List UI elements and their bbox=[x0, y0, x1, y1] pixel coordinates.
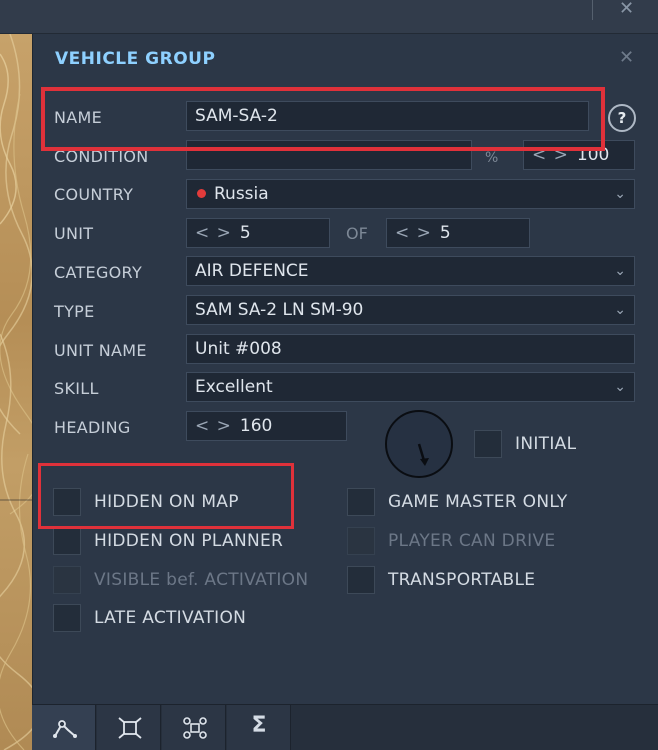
player-can-drive-row: PLAYER CAN DRIVE bbox=[347, 527, 627, 557]
group-icon bbox=[183, 717, 207, 739]
category-value: AIR DEFENCE bbox=[195, 261, 309, 281]
country-flag-icon bbox=[197, 188, 206, 198]
unit-of-label: OF bbox=[346, 224, 368, 243]
transportable-label: TRANSPORTABLE bbox=[388, 570, 536, 590]
hidden-on-map-checkbox[interactable] bbox=[53, 488, 81, 516]
type-select[interactable]: SAM SA-2 LN SM-90 ⌄ bbox=[186, 295, 635, 325]
initial-checkbox-row[interactable]: INITIAL bbox=[474, 430, 624, 460]
condition-input[interactable] bbox=[186, 140, 472, 170]
country-label: COUNTRY bbox=[54, 185, 134, 204]
late-activation-label: LATE ACTIVATION bbox=[94, 608, 247, 628]
map-area[interactable] bbox=[0, 34, 32, 750]
unit-stepper[interactable]: < > 5 bbox=[186, 218, 330, 248]
game-master-only-row[interactable]: GAME MASTER ONLY bbox=[347, 488, 627, 518]
type-label: TYPE bbox=[54, 302, 95, 321]
summary-tool-button[interactable]: Σ bbox=[227, 705, 291, 750]
chevron-down-icon: ⌄ bbox=[614, 263, 626, 279]
player-can-drive-checkbox bbox=[347, 527, 375, 555]
chevron-down-icon: ⌄ bbox=[614, 302, 626, 318]
unit-label: UNIT bbox=[54, 224, 94, 243]
condition-percent-stepper[interactable]: < > 100 bbox=[523, 140, 635, 170]
country-value: Russia bbox=[214, 184, 269, 204]
late-activation-row[interactable]: LATE ACTIVATION bbox=[53, 604, 313, 634]
target-icon bbox=[118, 717, 142, 739]
category-label: CATEGORY bbox=[54, 263, 143, 282]
route-tool-button[interactable] bbox=[32, 705, 96, 750]
chevron-down-icon: ⌄ bbox=[614, 379, 626, 395]
initial-checkbox[interactable] bbox=[474, 430, 502, 458]
condition-percent-value: 100 bbox=[576, 145, 610, 165]
visible-before-activation-checkbox bbox=[53, 566, 81, 594]
skill-label: SKILL bbox=[54, 379, 99, 398]
transportable-checkbox[interactable] bbox=[347, 566, 375, 594]
skill-select[interactable]: Excellent ⌄ bbox=[186, 372, 635, 402]
heading-needle-icon bbox=[417, 443, 429, 466]
panel-title: VEHICLE GROUP bbox=[55, 49, 216, 69]
target-tool-button[interactable] bbox=[97, 705, 161, 750]
transportable-row[interactable]: TRANSPORTABLE bbox=[347, 566, 627, 596]
help-icon[interactable]: ? bbox=[608, 104, 636, 132]
bottom-toolbar: Σ bbox=[32, 704, 658, 750]
stepper-arrows-icon[interactable]: < > bbox=[195, 223, 232, 243]
group-tool-button[interactable] bbox=[162, 705, 226, 750]
top-separator bbox=[592, 0, 593, 20]
unit-total-stepper[interactable]: < > 5 bbox=[386, 218, 530, 248]
skill-value: Excellent bbox=[195, 377, 273, 397]
chevron-down-icon: ⌄ bbox=[614, 186, 626, 202]
name-input[interactable]: SAM-SA-2 bbox=[186, 101, 589, 131]
panel-close-icon[interactable]: ✕ bbox=[619, 47, 634, 68]
unit-total-value: 5 bbox=[439, 223, 451, 243]
heading-value: 160 bbox=[239, 416, 273, 436]
visible-before-activation-row: VISIBLE bef. ACTIVATION bbox=[53, 566, 343, 596]
name-value: SAM-SA-2 bbox=[195, 106, 278, 126]
hidden-on-planner-row[interactable]: HIDDEN ON PLANNER bbox=[53, 527, 333, 557]
hidden-on-planner-label: HIDDEN ON PLANNER bbox=[94, 531, 284, 551]
percent-label: % bbox=[485, 150, 499, 166]
stepper-arrows-icon[interactable]: < > bbox=[532, 145, 569, 165]
country-select[interactable]: Russia ⌄ bbox=[186, 179, 635, 209]
route-icon bbox=[53, 720, 77, 738]
window-close-icon[interactable]: ✕ bbox=[619, 0, 634, 19]
heading-label: HEADING bbox=[54, 418, 131, 437]
condition-label: CONDITION bbox=[54, 147, 149, 166]
game-master-only-label: GAME MASTER ONLY bbox=[388, 492, 568, 512]
name-label: NAME bbox=[54, 108, 103, 127]
hidden-on-map-row[interactable]: HIDDEN ON MAP bbox=[53, 488, 313, 518]
initial-label: INITIAL bbox=[515, 434, 577, 454]
stepper-arrows-icon[interactable]: < > bbox=[395, 223, 432, 243]
unit-name-value: Unit #008 bbox=[195, 339, 282, 359]
sigma-icon: Σ bbox=[251, 713, 267, 738]
heading-stepper[interactable]: < > 160 bbox=[186, 411, 347, 441]
heading-dial[interactable] bbox=[385, 410, 453, 478]
game-master-only-checkbox[interactable] bbox=[347, 488, 375, 516]
unit-value: 5 bbox=[239, 223, 251, 243]
map-contours bbox=[0, 34, 32, 750]
hidden-on-planner-checkbox[interactable] bbox=[53, 527, 81, 555]
stepper-arrows-icon[interactable]: < > bbox=[195, 416, 232, 436]
unit-name-label: UNIT NAME bbox=[54, 341, 147, 360]
player-can-drive-label: PLAYER CAN DRIVE bbox=[388, 531, 556, 551]
hidden-on-map-label: HIDDEN ON MAP bbox=[94, 492, 239, 512]
category-select[interactable]: AIR DEFENCE ⌄ bbox=[186, 256, 635, 286]
late-activation-checkbox[interactable] bbox=[53, 604, 81, 632]
unit-name-input[interactable]: Unit #008 bbox=[186, 334, 635, 364]
visible-before-activation-label: VISIBLE bef. ACTIVATION bbox=[94, 570, 309, 590]
top-strip: ✕ bbox=[0, 0, 658, 34]
vehicle-group-panel: VEHICLE GROUP ✕ NAME SAM-SA-2 ? CONDITIO… bbox=[32, 34, 658, 750]
type-value: SAM SA-2 LN SM-90 bbox=[195, 300, 364, 320]
